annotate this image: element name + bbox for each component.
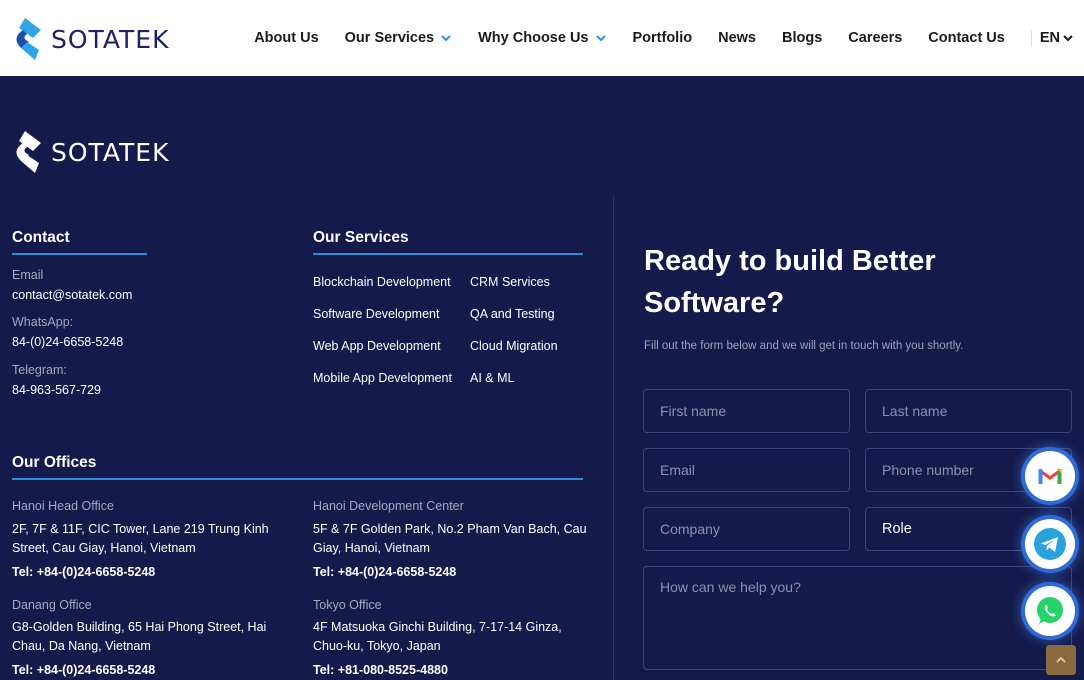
first-name-input[interactable] bbox=[643, 389, 850, 433]
language-selector[interactable]: EN bbox=[1030, 30, 1074, 46]
office-address-line: G8-Golden Building, 65 Hai Phong Street,… bbox=[12, 620, 267, 634]
office-name: Danang Office bbox=[12, 598, 92, 612]
office-address-line: 5F & 7F Golden Park, No.2 Pham Van Bach,… bbox=[313, 522, 587, 536]
email-label: Email bbox=[12, 268, 44, 282]
last-name-input[interactable] bbox=[865, 389, 1072, 433]
sotatek-logo-icon bbox=[16, 131, 41, 173]
nav-about-us[interactable]: About Us bbox=[254, 30, 318, 46]
office-address-line: 2F, 7F & 11F, CIC Tower, Lane 219 Trung … bbox=[12, 522, 269, 536]
office-name: Tokyo Office bbox=[313, 598, 382, 612]
services-heading: Our Services bbox=[313, 229, 409, 246]
nav-label: About Us bbox=[254, 30, 319, 46]
service-link[interactable]: Mobile App Development bbox=[313, 371, 452, 385]
language-label: EN bbox=[1039, 30, 1060, 46]
scroll-to-top-button[interactable] bbox=[1046, 645, 1076, 675]
service-link[interactable]: Web App Development bbox=[313, 339, 441, 353]
service-link[interactable]: Software Development bbox=[313, 307, 439, 321]
site-header: SOTATEK About Us Our Services Why Choose… bbox=[0, 0, 1084, 76]
office-name: Hanoi Development Center bbox=[313, 499, 464, 513]
header-logo[interactable]: SOTATEK bbox=[11, 16, 170, 62]
chevron-up-icon bbox=[1056, 656, 1066, 663]
nav-careers[interactable]: Careers bbox=[848, 30, 902, 46]
nav-label: Our Services bbox=[344, 30, 435, 46]
chevron-down-icon bbox=[441, 35, 451, 42]
message-textarea[interactable] bbox=[643, 566, 1072, 670]
sotatek-logo-icon bbox=[16, 18, 41, 60]
nav-blogs[interactable]: Blogs bbox=[782, 30, 822, 46]
email-link[interactable]: contact@sotatek.com bbox=[12, 288, 132, 302]
office-name: Hanoi Head Office bbox=[12, 499, 114, 513]
service-link[interactable]: Cloud Migration bbox=[470, 339, 558, 353]
service-link[interactable]: AI & ML bbox=[470, 371, 514, 385]
telegram-icon bbox=[1034, 528, 1066, 560]
whatsapp-button[interactable] bbox=[1025, 586, 1075, 636]
service-link[interactable]: Blockchain Development bbox=[313, 275, 451, 289]
office-address-line: Street, Cau Giay, Hanoi, Vietnam bbox=[12, 541, 196, 555]
office-address-line: Chau, Da Nang, Vietnam bbox=[12, 639, 151, 653]
nav-news[interactable]: News bbox=[718, 30, 756, 46]
service-link[interactable]: CRM Services bbox=[470, 275, 550, 289]
whatsapp-label: WhatsApp: bbox=[12, 315, 74, 329]
chevron-down-icon bbox=[1063, 35, 1073, 42]
nav-contact-us[interactable]: Contact Us bbox=[928, 30, 1005, 46]
telegram-button[interactable] bbox=[1025, 519, 1075, 569]
brand-name: SOTATEK bbox=[51, 137, 170, 167]
nav-label: Portfolio bbox=[632, 30, 693, 46]
company-input[interactable] bbox=[643, 507, 850, 551]
services-heading-underline bbox=[313, 253, 583, 255]
nav-portfolio[interactable]: Portfolio bbox=[633, 30, 693, 46]
service-link[interactable]: QA and Testing bbox=[470, 307, 555, 321]
cta-title-line: Ready to build Better bbox=[644, 245, 936, 277]
office-address-line: 4F Matsuoka Ginchi Building, 7-17-14 Gin… bbox=[313, 620, 562, 634]
cta-subtitle: Fill out the form below and we will get … bbox=[644, 340, 964, 352]
office-tel[interactable]: Tel: +84-(0)24-6658-5248 bbox=[12, 565, 155, 579]
cta-title-line: Software? bbox=[644, 287, 785, 319]
office-address-line: Chuo-ku, Tokyo, Japan bbox=[313, 639, 441, 653]
gmail-icon bbox=[1038, 468, 1062, 484]
contact-heading-underline bbox=[12, 253, 147, 255]
office-tel[interactable]: Tel: +84-(0)24-6658-5248 bbox=[12, 663, 155, 677]
telegram-label: Telegram: bbox=[12, 363, 67, 377]
office-tel[interactable]: Tel: +81-080-8525-4880 bbox=[313, 663, 448, 677]
nav-label: News bbox=[718, 30, 756, 46]
brand-name: SOTATEK bbox=[51, 24, 170, 54]
offices-heading-underline bbox=[12, 478, 583, 480]
chevron-down-icon bbox=[595, 35, 606, 42]
whatsapp-link[interactable]: 84-(0)24-6658-5248 bbox=[12, 335, 123, 349]
vertical-divider bbox=[613, 196, 614, 680]
email-input[interactable] bbox=[643, 448, 850, 492]
nav-label: Contact Us bbox=[928, 30, 1005, 46]
gmail-button[interactable] bbox=[1025, 451, 1075, 501]
footer-logo[interactable]: SOTATEK bbox=[11, 129, 170, 175]
office-address-line: Giay, Hanoi, Vietnam bbox=[313, 541, 430, 555]
whatsapp-icon bbox=[1037, 597, 1063, 624]
offices-heading: Our Offices bbox=[12, 454, 97, 471]
nav-our-services[interactable]: Our Services bbox=[345, 30, 452, 46]
contact-heading: Contact bbox=[12, 229, 70, 246]
nav-why-choose-us[interactable]: Why Choose Us bbox=[478, 30, 606, 46]
nav-label: Why Choose Us bbox=[478, 30, 589, 46]
cta-title: Ready to build Better Software? bbox=[644, 240, 1024, 324]
role-select-value: Role bbox=[882, 521, 912, 537]
telegram-link[interactable]: 84-963-567-729 bbox=[12, 383, 101, 397]
office-tel[interactable]: Tel: +84-(0)24-6658-5248 bbox=[313, 565, 456, 579]
nav-label: Blogs bbox=[782, 30, 823, 46]
nav-label: Careers bbox=[848, 30, 903, 46]
main-nav: About Us Our Services Why Choose Us Port… bbox=[254, 0, 1084, 76]
